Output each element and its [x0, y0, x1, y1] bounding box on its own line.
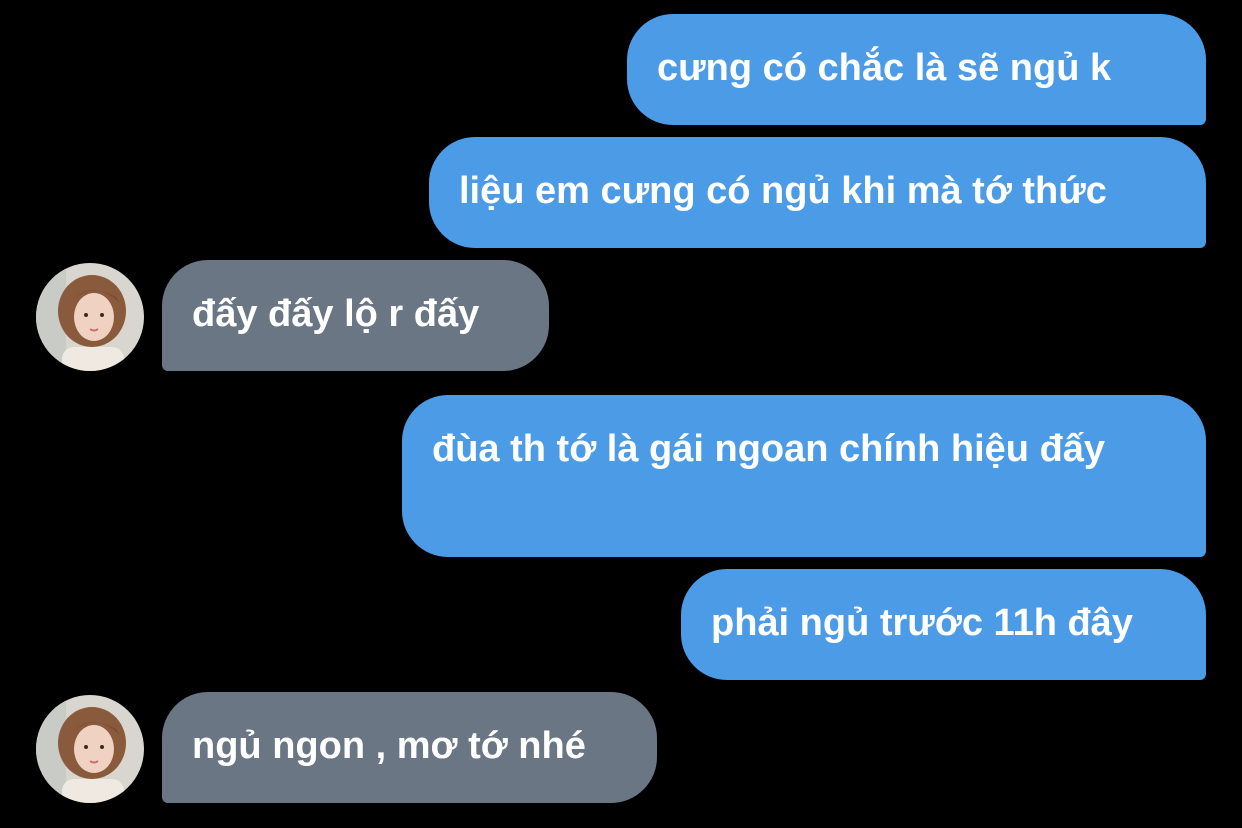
message-bubble-received[interactable]: ngủ ngon , mơ tớ nhé: [162, 692, 657, 803]
message-text: liệu em cưng có ngủ khi mà tớ thức: [459, 170, 1107, 212]
contact-avatar[interactable]: [36, 695, 144, 803]
profile-photo-icon: [36, 263, 144, 371]
message-bubble-sent[interactable]: cưng có chắc là sẽ ngủ k: [627, 14, 1206, 125]
profile-photo-icon: [36, 695, 144, 803]
message-text: cưng có chắc là sẽ ngủ k: [657, 47, 1112, 89]
contact-avatar[interactable]: [36, 263, 144, 371]
message-text: phải ngủ trước 11h đây: [711, 602, 1133, 644]
message-bubble-sent[interactable]: phải ngủ trước 11h đây: [681, 569, 1206, 680]
message-bubble-sent[interactable]: đùa th tớ là gái ngoan chính hiệu đấy: [402, 395, 1206, 557]
message-text: đấy đấy lộ r đấy: [192, 293, 480, 335]
message-bubble-sent[interactable]: liệu em cưng có ngủ khi mà tớ thức: [429, 137, 1206, 248]
message-text: đùa th tớ là gái ngoan chính hiệu đấy: [432, 428, 1106, 470]
message-bubble-received[interactable]: đấy đấy lộ r đấy: [162, 260, 549, 371]
message-text: ngủ ngon , mơ tớ nhé: [192, 725, 586, 767]
